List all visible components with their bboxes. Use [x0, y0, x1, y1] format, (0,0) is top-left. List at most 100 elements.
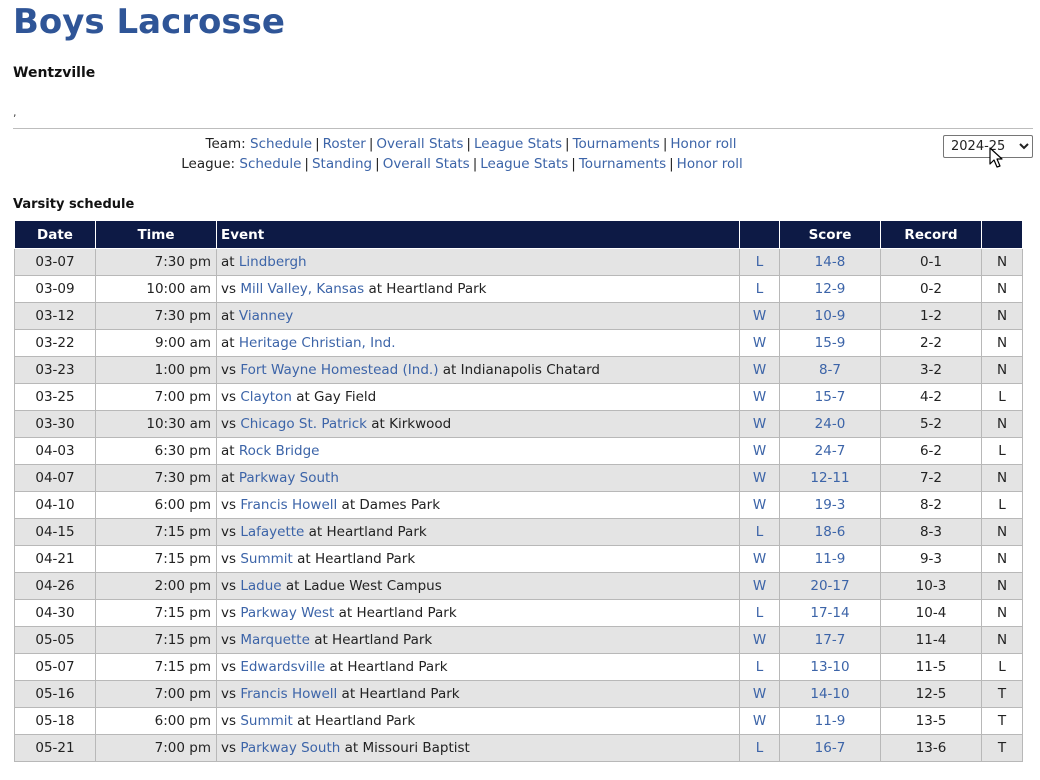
result-cell: L	[739, 599, 780, 627]
date-cell: 04-21	[14, 545, 96, 573]
score-link[interactable]: 12-9	[815, 281, 846, 297]
header-time[interactable]: Time	[95, 220, 217, 249]
opponent-link[interactable]: Chicago St. Patrick	[240, 416, 367, 432]
score-link[interactable]: 17-14	[810, 605, 849, 621]
result-link[interactable]: W	[753, 578, 766, 594]
result-link[interactable]: L	[756, 524, 764, 540]
score-link[interactable]: 15-9	[815, 335, 846, 351]
table-row: 04-15 7:15 pm vs Lafayette at Heartland Pa…	[14, 518, 1023, 546]
league-nav-overall-stats[interactable]: Overall Stats	[383, 156, 470, 172]
result-link[interactable]: W	[753, 362, 766, 378]
result-link[interactable]: L	[756, 659, 764, 675]
league-nav-standing[interactable]: Standing	[312, 156, 372, 172]
result-link[interactable]: W	[753, 686, 766, 702]
separator: |	[368, 136, 374, 152]
result-link[interactable]: W	[753, 443, 766, 459]
opponent-link[interactable]: Francis Howell	[240, 686, 337, 702]
result-link[interactable]: W	[753, 308, 766, 324]
schedule-body: 03-07 7:30 pm at Lindbergh L 14-8 0-1 N 03-09 10…	[14, 248, 1023, 762]
league-nav-honor-roll[interactable]: Honor roll	[677, 156, 743, 172]
score-link[interactable]: 11-9	[815, 713, 846, 729]
result-link[interactable]: W	[753, 632, 766, 648]
event-prefix: vs	[221, 713, 237, 729]
event-prefix: vs	[221, 281, 237, 297]
season-select[interactable]: 2024-25	[943, 135, 1033, 158]
event-prefix: vs	[221, 551, 237, 567]
record-cell: 0-1	[880, 248, 982, 276]
score-link[interactable]: 24-7	[815, 443, 846, 459]
score-link[interactable]: 12-11	[810, 470, 849, 486]
opponent-link[interactable]: Heritage Christian, Ind.	[239, 335, 396, 351]
event-prefix: vs	[221, 632, 237, 648]
result-link[interactable]: W	[753, 713, 766, 729]
header-score[interactable]: Score	[779, 220, 881, 249]
header-record[interactable]: Record	[880, 220, 982, 249]
result-link[interactable]: L	[756, 740, 764, 756]
score-link[interactable]: 16-7	[815, 740, 846, 756]
result-link[interactable]: W	[753, 470, 766, 486]
score-link[interactable]: 17-7	[815, 632, 846, 648]
team-nav-overall-stats[interactable]: Overall Stats	[376, 136, 463, 152]
result-link[interactable]: W	[753, 389, 766, 405]
time-cell: 9:00 am	[95, 329, 217, 357]
opponent-link[interactable]: Parkway South	[240, 740, 340, 756]
date-cell: 04-15	[14, 518, 96, 546]
opponent-link[interactable]: Francis Howell	[240, 497, 337, 513]
event-location: at Heartland Park	[338, 605, 457, 621]
game-type-cell: N	[981, 572, 1023, 600]
table-row: 04-21 7:15 pm vs Summit at Heartland Park W…	[14, 545, 1023, 573]
team-nav-schedule[interactable]: Schedule	[250, 136, 312, 152]
result-link[interactable]: W	[753, 497, 766, 513]
score-link[interactable]: 8-7	[819, 362, 841, 378]
result-link[interactable]: L	[756, 281, 764, 297]
result-link[interactable]: L	[756, 605, 764, 621]
score-cell: 11-9	[779, 707, 881, 735]
separator: |	[304, 156, 309, 172]
opponent-link[interactable]: Summit	[240, 551, 292, 567]
opponent-link[interactable]: Edwardsville	[240, 659, 325, 675]
opponent-link[interactable]: Parkway South	[239, 470, 339, 486]
score-link[interactable]: 18-6	[815, 524, 846, 540]
opponent-link[interactable]: Vianney	[239, 308, 293, 324]
score-link[interactable]: 14-10	[810, 686, 849, 702]
score-link[interactable]: 20-17	[810, 578, 849, 594]
result-link[interactable]: W	[753, 335, 766, 351]
table-row: 05-07 7:15 pm vs Edwardsville at Heartland…	[14, 653, 1023, 681]
event-prefix: at	[221, 308, 235, 324]
time-cell: 7:00 pm	[95, 734, 217, 762]
event-cell: at Parkway South	[216, 464, 740, 492]
result-link[interactable]: W	[753, 416, 766, 432]
score-link[interactable]: 19-3	[815, 497, 846, 513]
opponent-link[interactable]: Summit	[240, 713, 292, 729]
league-nav-tournaments[interactable]: Tournaments	[579, 156, 666, 172]
table-row: 04-10 6:00 pm vs Francis Howell at Dames P…	[14, 491, 1023, 519]
score-link[interactable]: 10-9	[815, 308, 846, 324]
team-nav-tournaments[interactable]: Tournaments	[573, 136, 660, 152]
result-link[interactable]: L	[756, 254, 764, 270]
header-date[interactable]: Date	[14, 220, 96, 249]
header-event[interactable]: Event	[216, 220, 740, 249]
score-link[interactable]: 24-0	[815, 416, 846, 432]
record-cell: 12-5	[880, 680, 982, 708]
league-nav-schedule[interactable]: Schedule	[239, 156, 301, 172]
header-result	[739, 220, 780, 249]
opponent-link[interactable]: Fort Wayne Homestead (Ind.)	[240, 362, 438, 378]
team-nav: Team: Schedule | Roster | Overall Stats | Leag…	[0, 136, 1040, 152]
opponent-link[interactable]: Lafayette	[240, 524, 304, 540]
opponent-link[interactable]: Clayton	[240, 389, 292, 405]
score-link[interactable]: 14-8	[815, 254, 846, 270]
team-nav-roster[interactable]: Roster	[323, 136, 366, 152]
score-link[interactable]: 11-9	[815, 551, 846, 567]
opponent-link[interactable]: Marquette	[240, 632, 310, 648]
team-nav-honor-roll[interactable]: Honor roll	[670, 136, 736, 152]
opponent-link[interactable]: Lindbergh	[239, 254, 307, 270]
league-nav-league-stats[interactable]: League Stats	[480, 156, 568, 172]
team-nav-league-stats[interactable]: League Stats	[474, 136, 562, 152]
score-link[interactable]: 13-10	[810, 659, 849, 675]
opponent-link[interactable]: Rock Bridge	[239, 443, 320, 459]
opponent-link[interactable]: Parkway West	[240, 605, 334, 621]
opponent-link[interactable]: Mill Valley, Kansas	[240, 281, 364, 297]
score-link[interactable]: 15-7	[815, 389, 846, 405]
result-link[interactable]: W	[753, 551, 766, 567]
opponent-link[interactable]: Ladue	[240, 578, 281, 594]
